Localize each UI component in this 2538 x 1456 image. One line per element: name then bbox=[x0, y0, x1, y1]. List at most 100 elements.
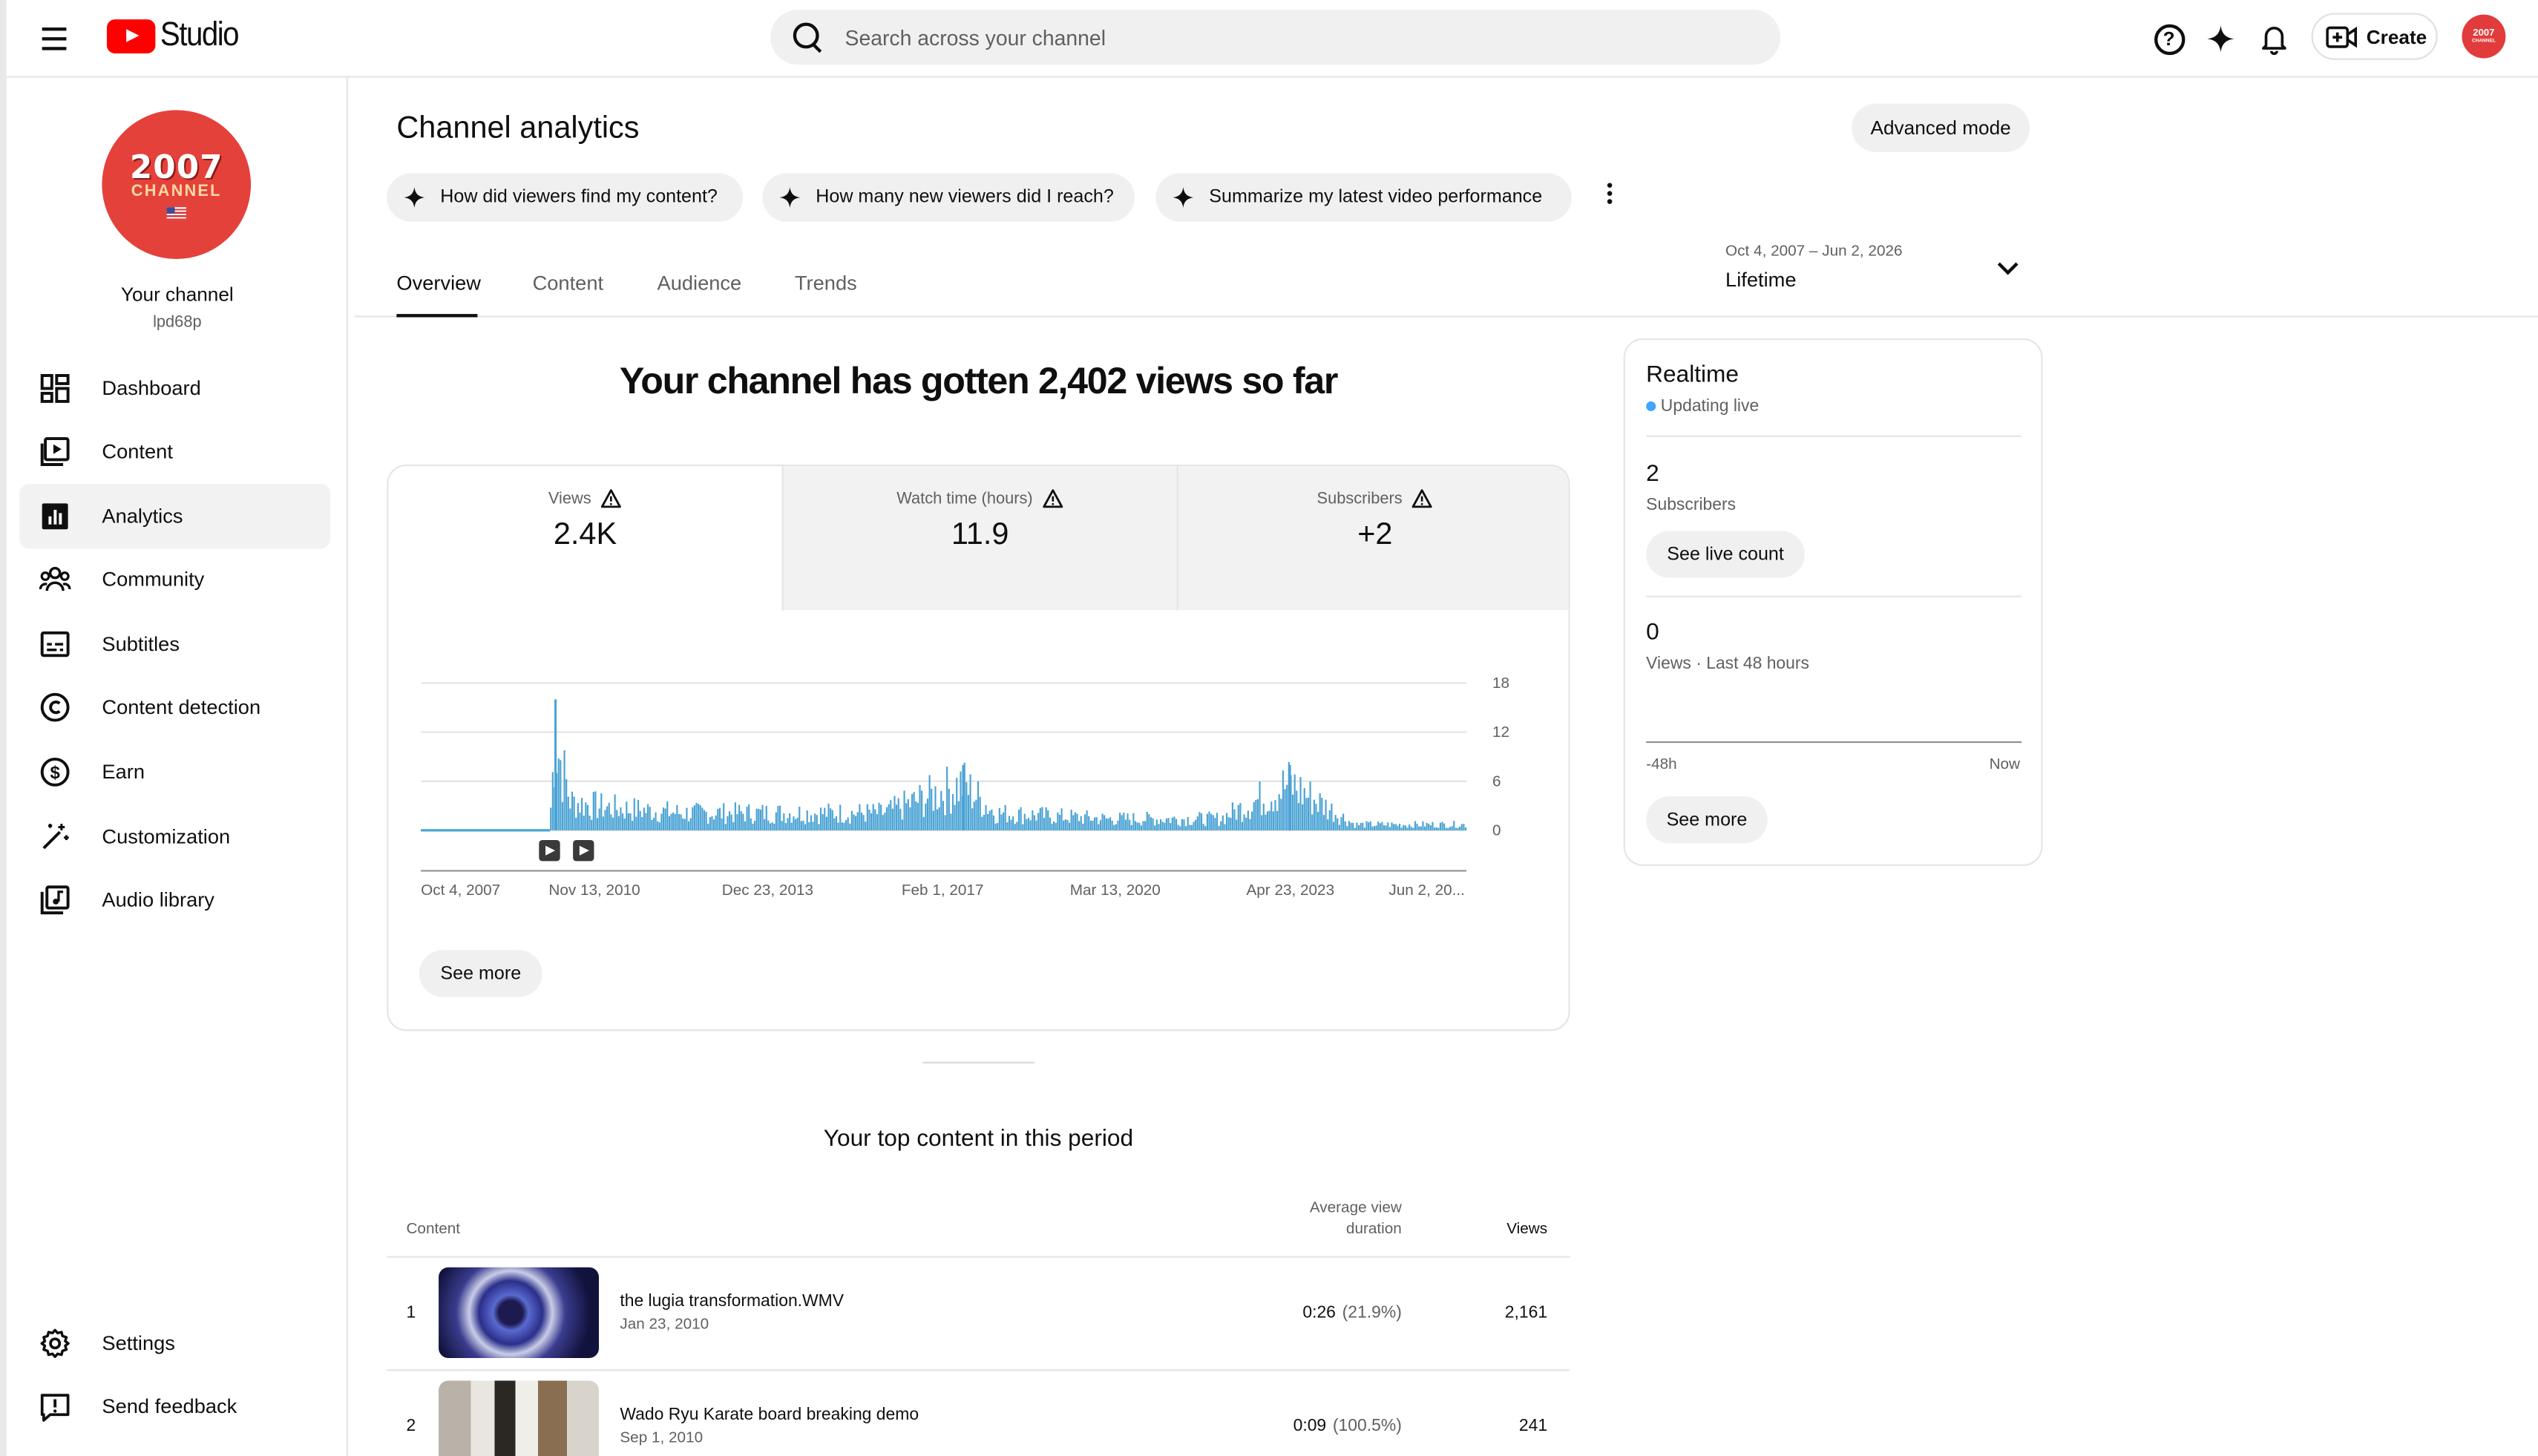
channel-name[interactable]: Your channel bbox=[7, 283, 348, 306]
menu-icon[interactable] bbox=[33, 19, 75, 58]
sidebar-item-send-feedback[interactable]: Send feedback bbox=[19, 1374, 330, 1439]
chart-bar[interactable] bbox=[909, 807, 911, 830]
chart-bar[interactable] bbox=[1098, 824, 1100, 830]
chart-bar[interactable] bbox=[1189, 824, 1191, 830]
chart-bar[interactable] bbox=[997, 822, 999, 830]
sidebar-item-earn[interactable]: $ Earn bbox=[19, 740, 330, 804]
chart-bar[interactable] bbox=[550, 807, 552, 830]
chart-bar[interactable] bbox=[662, 807, 665, 830]
chart-bar[interactable] bbox=[985, 804, 987, 830]
chart-bar[interactable] bbox=[1064, 819, 1066, 830]
chart-bar[interactable] bbox=[948, 788, 950, 830]
chart-bar[interactable] bbox=[1321, 798, 1323, 830]
chart-bar[interactable] bbox=[1089, 820, 1092, 830]
chart-bar[interactable] bbox=[623, 818, 626, 830]
chart-bar[interactable] bbox=[1414, 821, 1417, 830]
chart-bar[interactable] bbox=[1429, 825, 1432, 830]
chart-bar[interactable] bbox=[1210, 813, 1213, 830]
chart-bar[interactable] bbox=[1134, 821, 1137, 830]
chart-bar[interactable] bbox=[736, 814, 738, 830]
chart-bar[interactable] bbox=[592, 791, 594, 830]
chart-bar[interactable] bbox=[712, 819, 715, 830]
chart-bar[interactable] bbox=[1262, 803, 1265, 830]
chart-bar[interactable] bbox=[818, 824, 820, 830]
chart-bar[interactable] bbox=[824, 807, 826, 830]
chart-bar[interactable] bbox=[1155, 819, 1158, 830]
chart-bar[interactable] bbox=[1179, 826, 1181, 830]
chart-bar[interactable] bbox=[1119, 813, 1121, 830]
chart-bar[interactable] bbox=[790, 822, 793, 830]
chart-bar[interactable] bbox=[1066, 819, 1069, 830]
chart-bar[interactable] bbox=[1093, 817, 1096, 830]
studio-logo[interactable]: Studio bbox=[106, 15, 249, 57]
chart-bar[interactable] bbox=[835, 816, 838, 830]
chart-bar[interactable] bbox=[1237, 804, 1239, 830]
chart-bar[interactable] bbox=[632, 821, 634, 830]
chart-bar[interactable] bbox=[1437, 827, 1440, 830]
chart-bar[interactable] bbox=[1432, 822, 1434, 830]
chart-bar[interactable] bbox=[633, 798, 635, 830]
chart-bar[interactable] bbox=[651, 819, 653, 830]
chart-bar[interactable] bbox=[1150, 817, 1152, 830]
chart-bar[interactable] bbox=[882, 815, 884, 830]
chart-bar[interactable] bbox=[705, 812, 707, 830]
chart-bar[interactable] bbox=[1410, 826, 1412, 830]
chart-bar[interactable] bbox=[932, 810, 934, 830]
chart-bar[interactable] bbox=[738, 804, 741, 830]
chart-bar[interactable] bbox=[1332, 822, 1335, 830]
chart-bar[interactable] bbox=[1127, 813, 1129, 830]
chart-bar[interactable] bbox=[928, 775, 931, 830]
chart-bar[interactable] bbox=[843, 822, 845, 830]
chart-bar[interactable] bbox=[1200, 813, 1203, 830]
video-thumbnail[interactable] bbox=[439, 1380, 600, 1456]
chart-bar[interactable] bbox=[944, 815, 946, 830]
more-options-icon[interactable] bbox=[1602, 183, 1615, 211]
chart-bar[interactable] bbox=[1371, 826, 1374, 830]
chart-bar[interactable] bbox=[764, 819, 766, 830]
chart-bar[interactable] bbox=[711, 816, 713, 830]
chart-bar[interactable] bbox=[1255, 799, 1257, 830]
chart-bar[interactable] bbox=[683, 819, 686, 830]
chart-bar[interactable] bbox=[938, 807, 940, 830]
chart-bar[interactable] bbox=[1173, 816, 1175, 830]
chart-bar[interactable] bbox=[1418, 826, 1420, 830]
chart-bar[interactable] bbox=[1132, 813, 1135, 830]
chart-bar[interactable] bbox=[1164, 822, 1166, 830]
chart-bar[interactable] bbox=[1170, 823, 1172, 830]
chart-bar[interactable] bbox=[922, 816, 925, 830]
chart-bar[interactable] bbox=[1434, 827, 1436, 830]
chart-bar-peak[interactable] bbox=[1288, 764, 1291, 830]
chart-bar[interactable] bbox=[647, 804, 649, 830]
chart-bar[interactable] bbox=[1022, 824, 1024, 830]
chart-bar[interactable] bbox=[759, 809, 761, 830]
chart-bar[interactable] bbox=[1216, 813, 1219, 830]
chart-bar[interactable] bbox=[585, 802, 587, 830]
chart-bar[interactable] bbox=[670, 813, 672, 830]
chart-bar[interactable] bbox=[606, 806, 609, 830]
chart-bar[interactable] bbox=[1373, 826, 1376, 830]
chart-bar[interactable] bbox=[1354, 827, 1356, 830]
chart-bar[interactable] bbox=[1074, 812, 1076, 830]
video-thumbnail[interactable] bbox=[439, 1267, 600, 1358]
chart-bar[interactable] bbox=[740, 811, 742, 830]
chart-bar[interactable] bbox=[1088, 816, 1090, 830]
chart-bar[interactable] bbox=[1239, 803, 1242, 830]
chart-bar[interactable] bbox=[635, 816, 637, 830]
chart-bar[interactable] bbox=[765, 805, 767, 830]
chart-bar[interactable] bbox=[885, 807, 888, 830]
chart-bar[interactable] bbox=[604, 810, 606, 830]
chart-bar[interactable] bbox=[831, 810, 833, 830]
chart-bar[interactable] bbox=[616, 810, 618, 830]
chart-bar[interactable] bbox=[1274, 800, 1276, 830]
chart-bar[interactable] bbox=[1227, 817, 1230, 830]
metric-tab-subscribers[interactable]: Subscribers +2 bbox=[1176, 466, 1569, 611]
chart-bar[interactable] bbox=[870, 813, 873, 830]
chart-bar[interactable] bbox=[620, 807, 622, 830]
chart-bar[interactable] bbox=[796, 817, 799, 830]
chart-bar[interactable] bbox=[1043, 818, 1046, 830]
chart-bar[interactable] bbox=[1008, 816, 1011, 830]
chart-bar[interactable] bbox=[1397, 825, 1399, 830]
chart-bar[interactable] bbox=[1293, 774, 1296, 830]
chart-bar[interactable] bbox=[583, 816, 585, 830]
chart-bar[interactable] bbox=[668, 816, 670, 830]
